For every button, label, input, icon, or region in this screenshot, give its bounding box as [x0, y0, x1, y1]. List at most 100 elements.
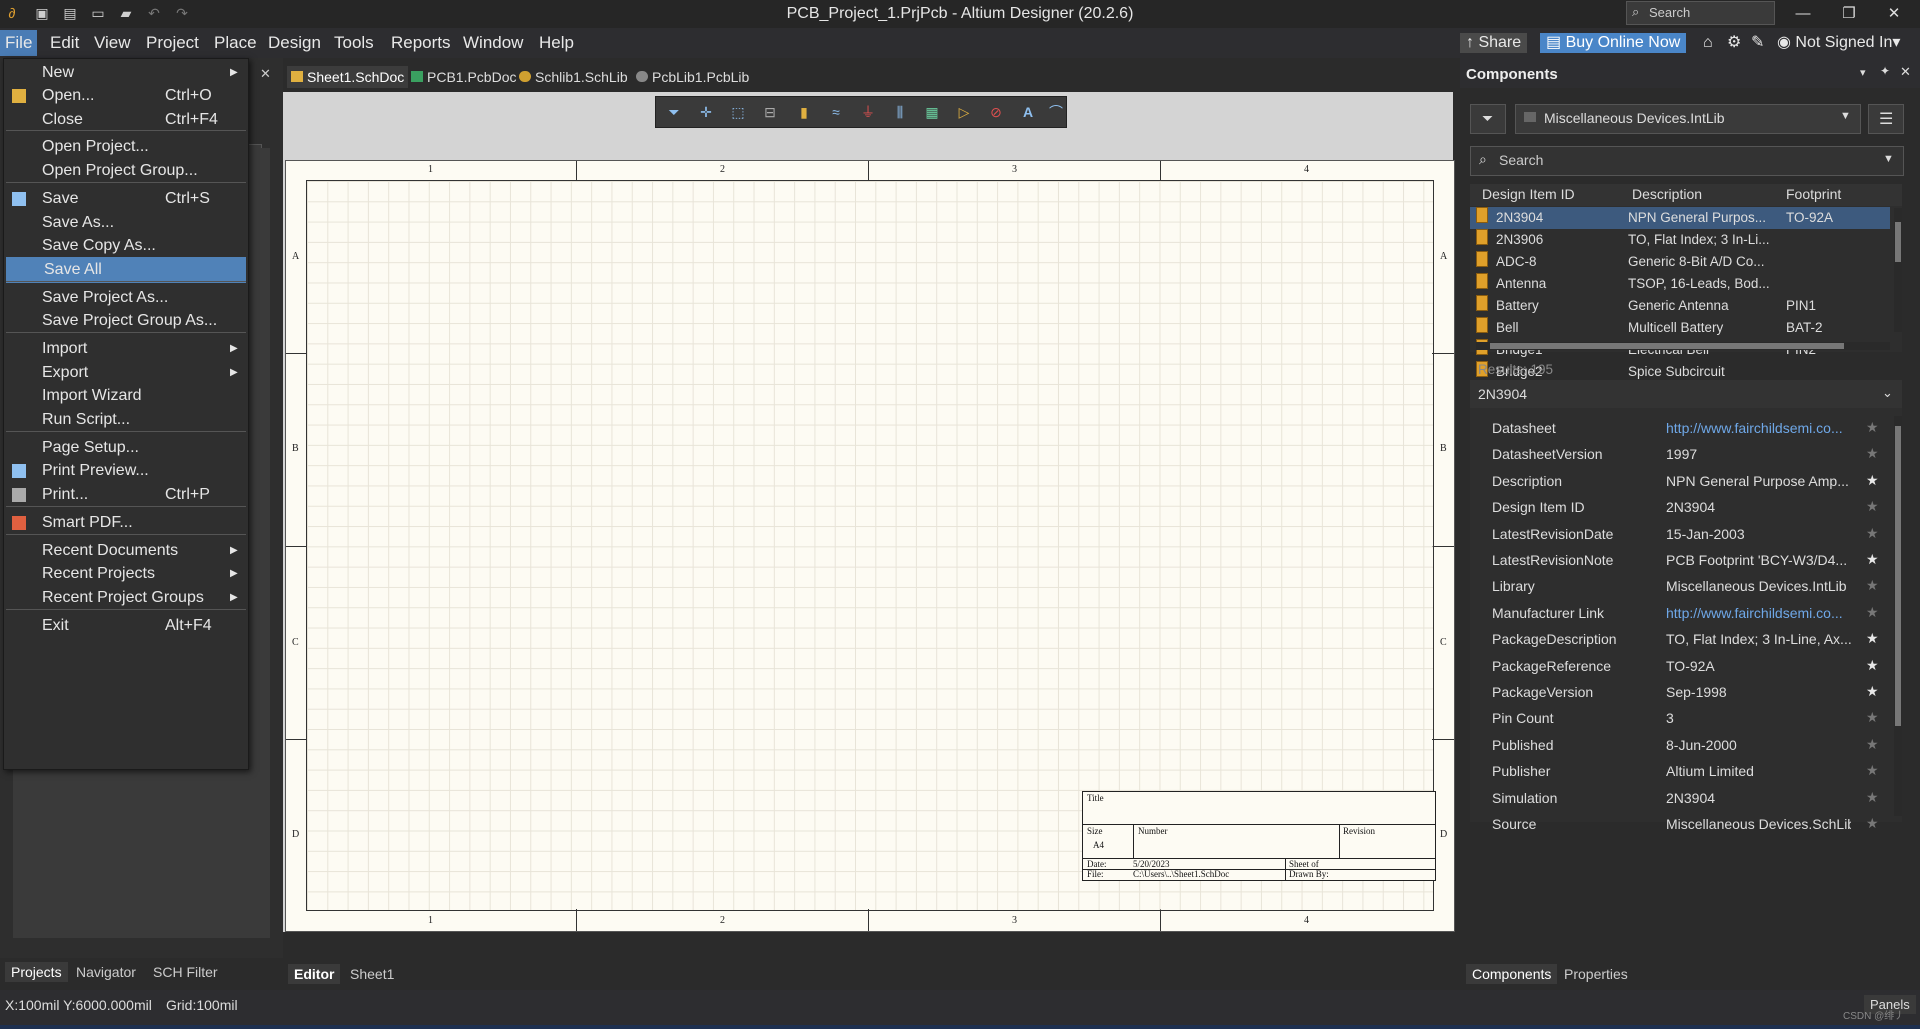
schematic-sheet[interactable]: 1 2 3 4 1 2 3 4 A B C D A B C D Title Si…: [285, 160, 1455, 932]
properties-scrollbar[interactable]: [1894, 416, 1902, 816]
component-detail-header[interactable]: 2N3904 ⌄: [1470, 380, 1902, 408]
buy-online-button[interactable]: ▤ Buy Online Now: [1540, 33, 1687, 53]
star-icon[interactable]: ★: [1866, 498, 1879, 515]
column-header-description[interactable]: Description: [1632, 186, 1702, 202]
restore-button[interactable]: ❐: [1829, 2, 1869, 26]
collapse-chevron-icon[interactable]: ⌄: [1882, 385, 1893, 401]
star-icon[interactable]: ★: [1866, 525, 1879, 542]
file-menu-item-exit[interactable]: Exit Alt+F4: [4, 613, 248, 639]
close-icon[interactable]: ✕: [260, 66, 271, 82]
menu-reports[interactable]: Reports: [388, 33, 454, 53]
menu-help[interactable]: Help: [536, 33, 577, 53]
table-row[interactable]: ADC-8 Generic 8-Bit A/D Co...: [1470, 251, 1890, 273]
table-row[interactable]: Antenna TSOP, 16-Leads, Bod...: [1470, 273, 1890, 295]
table-row[interactable]: 2N3906 TO, Flat Index; 3 In-Li...: [1470, 229, 1890, 251]
menu-file[interactable]: File: [0, 30, 38, 56]
tab-pcb1-pcbdoc[interactable]: PCB1.PcbDoc: [407, 66, 520, 88]
filter-button[interactable]: ⏷: [1470, 104, 1506, 134]
sheet-symbol-icon[interactable]: ▦: [924, 104, 940, 120]
file-menu-item-run-script[interactable]: Run Script...: [4, 407, 248, 433]
list-horizontal-scrollbar[interactable]: [1476, 342, 1890, 350]
file-menu-item-open-project[interactable]: Open Project...: [4, 134, 248, 160]
star-icon[interactable]: ★: [1866, 445, 1879, 462]
file-menu-item-save-project-group-as[interactable]: Save Project Group As...: [4, 308, 248, 334]
menu-place[interactable]: Place: [211, 33, 260, 53]
property-link[interactable]: http://www.fairchildsemi.co...: [1666, 420, 1843, 436]
scrollbar-thumb[interactable]: [1490, 343, 1844, 349]
component-search-input[interactable]: ⌕ Search ▼: [1470, 146, 1904, 176]
file-menu-item-print[interactable]: Print... Ctrl+P: [4, 482, 248, 508]
column-header-footprint[interactable]: Footprint: [1786, 186, 1841, 202]
table-row[interactable]: 2N3904 NPN General Purpos... TO-92A: [1470, 207, 1890, 229]
minimize-button[interactable]: —: [1783, 2, 1823, 26]
menu-edit[interactable]: Edit: [47, 33, 82, 53]
menu-view[interactable]: View: [91, 33, 134, 53]
notifications-icon[interactable]: ✎: [1745, 33, 1770, 53]
tab-projects[interactable]: Projects: [5, 962, 68, 982]
tab-components[interactable]: Components: [1466, 964, 1558, 984]
property-link[interactable]: http://www.fairchildsemi.co...: [1666, 605, 1843, 621]
text-icon[interactable]: A: [1020, 104, 1036, 120]
close-icon[interactable]: ✕: [1900, 64, 1911, 80]
tab-properties[interactable]: Properties: [1564, 966, 1628, 982]
star-icon[interactable]: ★: [1866, 577, 1879, 594]
star-icon[interactable]: ★: [1866, 604, 1879, 621]
table-row[interactable]: Battery Generic Antenna PIN1: [1470, 295, 1890, 317]
file-menu-item-import[interactable]: Import ▶: [4, 336, 248, 362]
tab-pcblib1-pcblib[interactable]: PcbLib1.PcbLib: [632, 66, 753, 88]
menu-window[interactable]: Window: [460, 33, 526, 53]
menu-project[interactable]: Project: [143, 33, 202, 53]
close-window-button[interactable]: ✕: [1874, 2, 1914, 26]
move-icon[interactable]: ✛: [698, 104, 714, 120]
align-icon[interactable]: ⊟: [762, 104, 778, 120]
wire-icon[interactable]: ≈: [828, 104, 844, 120]
global-search[interactable]: ⌕ Search: [1626, 1, 1775, 25]
star-icon[interactable]: ★: [1866, 472, 1879, 489]
tab-editor[interactable]: Editor: [288, 964, 341, 984]
star-icon[interactable]: ★: [1866, 419, 1879, 436]
file-menu-item-open[interactable]: Open... Ctrl+O: [4, 83, 248, 109]
panel-menu-chevron-icon[interactable]: ▾: [1860, 66, 1866, 79]
file-menu-item-open-project-group[interactable]: Open Project Group...: [4, 158, 248, 184]
gear-icon[interactable]: ⚙: [1721, 33, 1747, 53]
scrollbar-thumb[interactable]: [1895, 426, 1901, 726]
file-menu-item-save[interactable]: Save Ctrl+S: [4, 186, 248, 212]
file-menu-item-print-preview[interactable]: Print Preview...: [4, 458, 248, 484]
port-icon[interactable]: ▷: [956, 104, 972, 120]
menu-design[interactable]: Design: [265, 33, 324, 53]
select-icon[interactable]: ⬚: [730, 104, 746, 120]
library-select[interactable]: Miscellaneous Devices.IntLib ▼: [1515, 104, 1861, 134]
file-menu-item-save-all[interactable]: Save All: [6, 257, 246, 283]
filter-icon[interactable]: ⏷: [666, 104, 682, 120]
table-row[interactable]: Bell Multicell Battery BAT-2: [1470, 317, 1890, 339]
power-port-icon[interactable]: ⏚: [860, 104, 876, 120]
file-menu-item-recent-projects[interactable]: Recent Projects ▶: [4, 561, 248, 587]
account-button[interactable]: ◉ Not Signed In▾: [1771, 33, 1906, 53]
arc-icon[interactable]: ⌒: [1048, 104, 1064, 120]
panel-menu-button[interactable]: ☰: [1868, 104, 1904, 134]
file-menu-item-smart-pdf[interactable]: Smart PDF...: [4, 510, 248, 536]
scrollbar-thumb[interactable]: [1895, 222, 1901, 262]
share-button[interactable]: ↑ Share: [1460, 33, 1528, 53]
star-icon[interactable]: ★: [1866, 709, 1879, 726]
home-icon[interactable]: ⌂: [1697, 33, 1719, 53]
tab-sch-filter[interactable]: SCH Filter: [153, 964, 218, 980]
star-icon[interactable]: ★: [1866, 551, 1879, 568]
star-icon[interactable]: ★: [1866, 736, 1879, 753]
star-icon[interactable]: ★: [1866, 815, 1879, 832]
file-menu-item-import-wizard[interactable]: Import Wizard: [4, 383, 248, 409]
tab-sheet1-schdoc[interactable]: Sheet1.SchDoc: [287, 66, 409, 88]
schematic-editor[interactable]: ⏷ ✛ ⬚ ⊟ ▮ ≈ ⏚ ⫼ ▦ ▷ ⊘ A ⌒ 1 2 3 4 1 2 3: [283, 92, 1455, 932]
list-vertical-scrollbar[interactable]: [1894, 208, 1902, 332]
star-icon[interactable]: ★: [1866, 630, 1879, 647]
star-icon[interactable]: ★: [1866, 762, 1879, 779]
bus-icon[interactable]: ⫼: [892, 104, 908, 120]
file-menu-item-save-copy-as[interactable]: Save Copy As...: [4, 233, 248, 259]
tab-navigator[interactable]: Navigator: [76, 964, 136, 980]
place-part-icon[interactable]: ▮: [796, 104, 812, 120]
star-icon[interactable]: ★: [1866, 657, 1879, 674]
tab-sheet1[interactable]: Sheet1: [350, 966, 394, 982]
file-menu-item-recent-project-groups[interactable]: Recent Project Groups ▶: [4, 585, 248, 611]
star-icon[interactable]: ★: [1866, 789, 1879, 806]
pin-icon[interactable]: ✦: [1880, 64, 1890, 78]
